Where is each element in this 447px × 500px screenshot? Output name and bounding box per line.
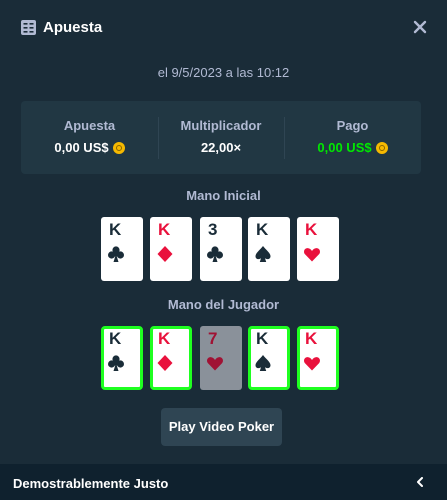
provably-fair-footer[interactable]: Demostrablemente Justo xyxy=(0,464,447,500)
stat-payout-amount: 0,00 US$ xyxy=(317,140,372,155)
spade-suit-icon xyxy=(255,355,271,371)
modal-title: Apuesta xyxy=(43,19,103,36)
card-rank: K xyxy=(256,220,269,239)
stat-payout: Pago 0,00 US$ xyxy=(284,101,421,174)
card-rank: K xyxy=(109,220,122,239)
playing-card-k-spades: K xyxy=(248,217,290,281)
close-icon[interactable] xyxy=(413,20,427,34)
bet-slip-icon xyxy=(21,20,36,35)
heart-suit-icon xyxy=(304,248,320,262)
playing-card-k-clubs: K xyxy=(101,217,143,281)
playing-card-7-hearts: 7 xyxy=(200,326,242,390)
heart-suit-icon xyxy=(304,357,320,371)
stat-multiplier: Multiplicador 22,00× xyxy=(158,101,284,174)
card-rank: K xyxy=(109,329,122,348)
playing-card-k-spades: K xyxy=(248,326,290,390)
club-suit-icon xyxy=(207,246,223,262)
playing-card-k-diamonds: K xyxy=(150,326,192,390)
coin-icon xyxy=(375,142,388,154)
playing-card-k-hearts: K xyxy=(297,326,339,390)
club-suit-icon xyxy=(108,246,124,262)
play-video-poker-button[interactable]: Play Video Poker xyxy=(161,408,282,446)
stat-multiplier-label: Multiplicador xyxy=(180,118,262,133)
card-rank: K xyxy=(158,329,171,348)
card-rank: K xyxy=(158,220,171,239)
club-suit-icon xyxy=(108,355,124,371)
bet-stats-panel: Apuesta 0,00 US$ Multiplicador 22,00× Pa… xyxy=(21,101,421,174)
chevron-left-icon[interactable] xyxy=(415,477,425,487)
stat-bet-amount: 0,00 US$ xyxy=(54,140,109,155)
card-rank: 3 xyxy=(208,220,218,239)
modal-header: Apuesta xyxy=(0,0,447,56)
card-rank: K xyxy=(305,220,318,239)
coin-icon xyxy=(112,142,125,154)
stat-bet: Apuesta 0,00 US$ xyxy=(21,101,158,174)
diamond-suit-icon xyxy=(157,246,173,262)
playing-card-3-clubs: 3 xyxy=(200,217,242,281)
playing-card-k-hearts: K xyxy=(297,217,339,281)
stat-payout-value: 0,00 US$ xyxy=(284,140,421,155)
stat-bet-label: Apuesta xyxy=(63,118,116,133)
diamond-suit-icon xyxy=(157,355,173,371)
bet-modal: Apuesta el 9/5/2023 a las 10:12 Apuesta … xyxy=(0,0,447,500)
heart-suit-icon xyxy=(207,357,223,371)
stat-multiplier-value: 22,00× xyxy=(200,140,242,155)
playing-card-k-diamonds: K xyxy=(150,217,192,281)
provably-fair-label: Demostrablemente Justo xyxy=(13,476,169,491)
initial-hand-label: Mano Inicial xyxy=(186,188,261,203)
player-hand-label: Mano del Jugador xyxy=(167,297,280,312)
stat-payout-label: Pago xyxy=(336,118,369,133)
card-rank: K xyxy=(305,329,318,348)
stat-bet-value: 0,00 US$ xyxy=(21,140,158,155)
bet-date: el 9/5/2023 a las 10:12 xyxy=(157,65,290,80)
card-rank: 7 xyxy=(208,329,218,348)
spade-suit-icon xyxy=(255,246,271,262)
playing-card-k-clubs: K xyxy=(101,326,143,390)
card-rank: K xyxy=(256,329,269,348)
